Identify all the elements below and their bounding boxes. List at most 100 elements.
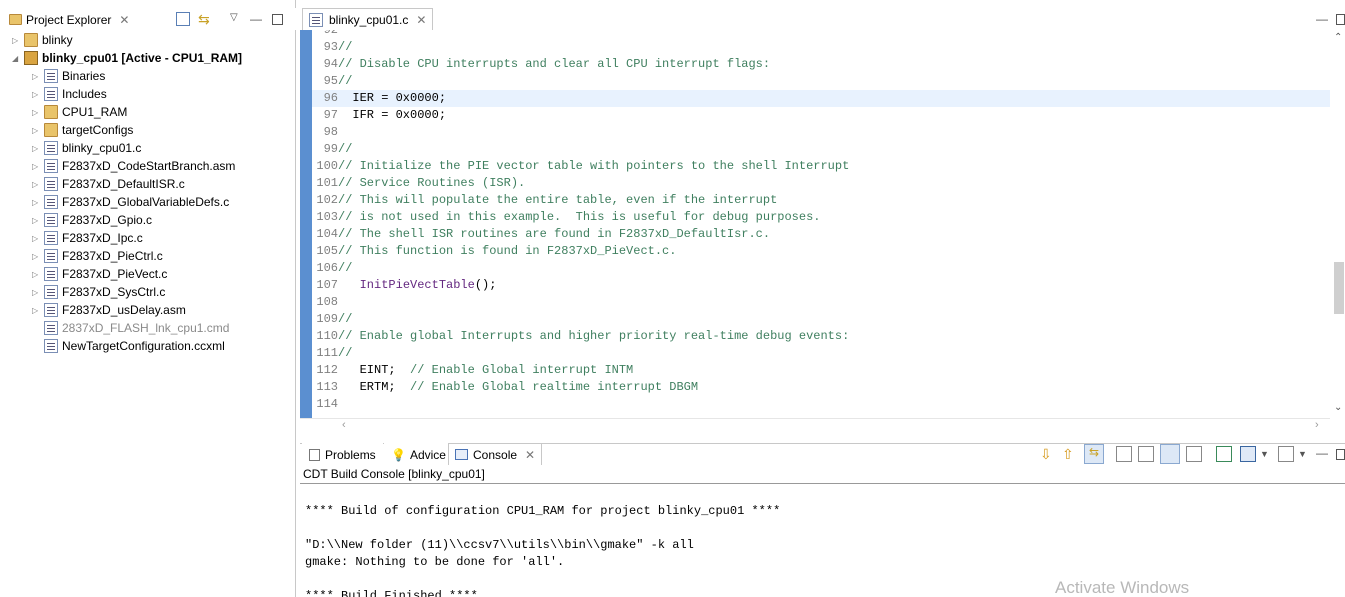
- collapsed-arrow-icon[interactable]: ▷: [32, 180, 42, 189]
- maximize-icon[interactable]: [1336, 449, 1345, 460]
- code-line[interactable]: 103// is not used in this example. This …: [312, 209, 1330, 226]
- scroll-left-icon[interactable]: ‹: [342, 419, 346, 431]
- chevron-down-icon[interactable]: ▼: [1260, 449, 1276, 465]
- tab-project-explorer[interactable]: Project Explorer ✕: [2, 8, 137, 30]
- clear-console-icon[interactable]: [1138, 446, 1154, 462]
- code-line[interactable]: 108: [312, 294, 1330, 311]
- scroll-up-icon[interactable]: ⌃: [1334, 32, 1342, 43]
- collapsed-arrow-icon[interactable]: ▷: [32, 90, 42, 99]
- collapsed-arrow-icon[interactable]: ▷: [32, 252, 42, 261]
- next-output-icon[interactable]: ⇩: [1040, 446, 1056, 462]
- tree-item[interactable]: ▷ blinky_cpu01.c: [32, 139, 141, 157]
- code-line[interactable]: 113 ERTM; // Enable Global realtime inte…: [312, 379, 1330, 396]
- minimize-icon[interactable]: —: [1316, 12, 1330, 26]
- code-line[interactable]: 96 IER = 0x0000;: [312, 90, 1330, 107]
- code-token: ERTM;: [338, 380, 411, 394]
- code-line[interactable]: 95//: [312, 73, 1330, 90]
- collapsed-arrow-icon[interactable]: ▷: [32, 234, 42, 243]
- code-line[interactable]: 102// This will populate the entire tabl…: [312, 192, 1330, 209]
- expanded-arrow-icon[interactable]: ◢: [12, 54, 22, 63]
- tree-item[interactable]: ▷ F2837xD_SysCtrl.c: [32, 283, 165, 301]
- console-icon: [455, 449, 468, 460]
- code-line[interactable]: 106//: [312, 260, 1330, 277]
- code-line[interactable]: 111//: [312, 345, 1330, 362]
- display-console-icon[interactable]: [1240, 446, 1256, 462]
- tree-item[interactable]: ▷ F2837xD_Gpio.c: [32, 211, 152, 229]
- link-with-editor-icon[interactable]: ⇆: [198, 12, 212, 26]
- tree-item[interactable]: ◢ blinky_cpu01 [Active - CPU1_RAM]: [12, 49, 242, 67]
- collapsed-arrow-icon[interactable]: ▷: [32, 162, 42, 171]
- close-icon[interactable]: ✕: [525, 448, 535, 462]
- show-console-icon[interactable]: [1116, 446, 1132, 462]
- code-line[interactable]: 105// This function is found in F2837xD_…: [312, 243, 1330, 260]
- tree-item[interactable]: ▷ CPU1_RAM: [32, 103, 127, 121]
- scroll-down-icon[interactable]: ⌄: [1334, 402, 1342, 413]
- tree-item[interactable]: ▷ F2837xD_PieVect.c: [32, 265, 167, 283]
- project-icon: [24, 51, 38, 65]
- vertical-scrollbar-thumb[interactable]: [1334, 262, 1344, 314]
- tree-item[interactable]: ▷ F2837xD_usDelay.asm: [32, 301, 186, 319]
- code-line[interactable]: 100// Initialize the PIE vector table wi…: [312, 158, 1330, 175]
- collapsed-arrow-icon[interactable]: ▷: [32, 198, 42, 207]
- tree-item[interactable]: 2837xD_FLASH_lnk_cpu1.cmd: [32, 319, 229, 337]
- maximize-icon[interactable]: [272, 14, 283, 25]
- tree-item[interactable]: ▷ targetConfigs: [32, 121, 133, 139]
- code-line[interactable]: 107 InitPieVectTable();: [312, 277, 1330, 294]
- pin-console-icon[interactable]: [1216, 446, 1232, 462]
- word-wrap-icon[interactable]: [1160, 444, 1180, 464]
- tree-item[interactable]: ▷ Includes: [32, 85, 107, 103]
- collapsed-arrow-icon[interactable]: ▷: [12, 36, 22, 45]
- code-area[interactable]: 92 93//94// Disable CPU interrupts and cl…: [312, 30, 1330, 418]
- open-console-icon[interactable]: [1278, 446, 1294, 462]
- tab-blinky-cpu01-c[interactable]: blinky_cpu01.c ✕: [302, 8, 434, 30]
- collapsed-arrow-icon[interactable]: ▷: [32, 72, 42, 81]
- tree-item[interactable]: ▷ F2837xD_GlobalVariableDefs.c: [32, 193, 229, 211]
- collapsed-arrow-icon[interactable]: ▷: [32, 288, 42, 297]
- tree-item[interactable]: ▷ F2837xD_DefaultISR.c: [32, 175, 185, 193]
- maximize-icon[interactable]: [1336, 14, 1345, 25]
- collapsed-arrow-icon[interactable]: ▷: [32, 108, 42, 117]
- code-line[interactable]: 93//: [312, 39, 1330, 56]
- close-icon[interactable]: ✕: [119, 13, 129, 27]
- code-line[interactable]: 101// Service Routines (ISR).: [312, 175, 1330, 192]
- code-line[interactable]: 110// Enable global Interrupts and highe…: [312, 328, 1330, 345]
- previous-output-icon[interactable]: ⇧: [1062, 446, 1078, 462]
- code-line[interactable]: 94// Disable CPU interrupts and clear al…: [312, 56, 1330, 73]
- code-line[interactable]: 104// The shell ISR routines are found i…: [312, 226, 1330, 243]
- horizontal-scrollbar[interactable]: ‹ ›: [300, 418, 1330, 432]
- code-line[interactable]: 98: [312, 124, 1330, 141]
- collapsed-arrow-icon[interactable]: ▷: [32, 216, 42, 225]
- tree-item-label: blinky: [42, 33, 73, 47]
- collapsed-arrow-icon[interactable]: ▷: [32, 270, 42, 279]
- code-line[interactable]: 114: [312, 396, 1330, 413]
- tab-advice[interactable]: 💡 Advice: [384, 443, 453, 465]
- code-line[interactable]: 99//: [312, 141, 1330, 158]
- tree-item[interactable]: NewTargetConfiguration.ccxml: [32, 337, 225, 355]
- minimize-icon[interactable]: —: [1316, 446, 1332, 462]
- line-number: 103: [316, 210, 338, 224]
- tree-item[interactable]: ▷ F2837xD_CodeStartBranch.asm: [32, 157, 235, 175]
- close-icon[interactable]: ✕: [416, 13, 426, 27]
- tree-item[interactable]: ▷ Binaries: [32, 67, 105, 85]
- chevron-down-icon[interactable]: ▼: [1298, 449, 1314, 465]
- minimize-icon[interactable]: —: [250, 12, 264, 26]
- code-line[interactable]: 109//: [312, 311, 1330, 328]
- remove-console-icon[interactable]: [1186, 446, 1202, 462]
- tree-item[interactable]: ▷ F2837xD_PieCtrl.c: [32, 247, 163, 265]
- view-menu-icon[interactable]: ▽: [230, 12, 244, 26]
- collapse-all-icon[interactable]: [176, 12, 190, 26]
- code-line[interactable]: 112 EINT; // Enable Global interrupt INT…: [312, 362, 1330, 379]
- vertical-scrollbar[interactable]: ⌃ ⌄: [1332, 30, 1345, 418]
- tab-problems[interactable]: Problems: [302, 443, 383, 465]
- scroll-right-icon[interactable]: ›: [1315, 419, 1319, 431]
- code-line[interactable]: 92: [312, 30, 1330, 39]
- code-line[interactable]: 97 IFR = 0x0000;: [312, 107, 1330, 124]
- collapsed-arrow-icon[interactable]: ▷: [32, 126, 42, 135]
- tab-console[interactable]: Console ✕: [448, 443, 543, 465]
- scroll-lock-icon[interactable]: ⇆: [1084, 444, 1104, 464]
- line-number: 93: [323, 40, 338, 54]
- collapsed-arrow-icon[interactable]: ▷: [32, 306, 42, 315]
- tree-item[interactable]: ▷ F2837xD_Ipc.c: [32, 229, 143, 247]
- collapsed-arrow-icon[interactable]: ▷: [32, 144, 42, 153]
- tree-item[interactable]: ▷ blinky: [12, 31, 73, 49]
